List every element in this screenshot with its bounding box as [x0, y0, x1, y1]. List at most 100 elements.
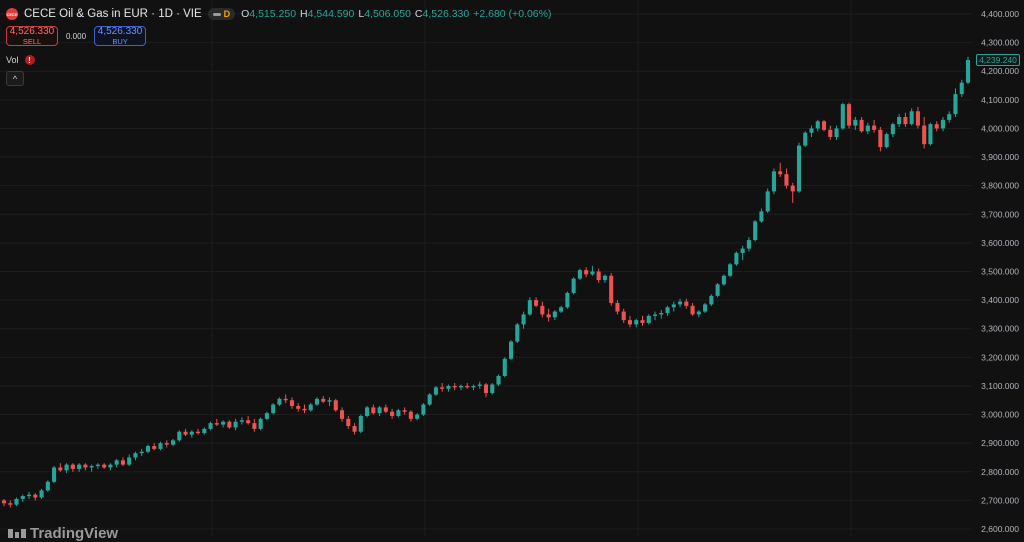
ohlc-close: 4,526.330: [422, 8, 470, 20]
candle-body: [246, 420, 251, 424]
candle: [552, 310, 557, 321]
candle-body: [27, 494, 32, 497]
candle-body: [621, 311, 626, 321]
sell-label: SELL: [22, 36, 42, 46]
candle: [114, 458, 119, 468]
candlestick-chart[interactable]: 4,400.000 4,300.000 4,200.000 4,100.000 4,00…: [0, 0, 1024, 536]
data-status-badge[interactable]: D: [207, 8, 236, 20]
candle: [646, 314, 651, 325]
candle: [740, 245, 745, 261]
candle-body: [196, 431, 201, 434]
candle: [559, 305, 564, 313]
candle-body: [264, 413, 269, 419]
candle-body: [746, 240, 751, 249]
candle-body: [383, 407, 388, 412]
candle: [596, 268, 601, 283]
candle-body: [652, 314, 658, 316]
volume-indicator[interactable]: Vol !: [6, 55, 35, 65]
price-chart[interactable]: 4,400.000 4,300.000 4,200.000 4,100.000 4,00…: [0, 0, 1024, 536]
y-tick-label: 2,900.000: [981, 438, 1019, 448]
candle: [365, 405, 370, 418]
candle-body: [365, 407, 370, 416]
candle: [264, 411, 269, 421]
candle: [39, 488, 44, 499]
candle-body: [721, 275, 726, 285]
candle: [884, 132, 889, 149]
candle: [95, 463, 100, 469]
candle-body: [928, 124, 933, 145]
candle: [828, 125, 833, 140]
candle: [246, 415, 251, 425]
buy-button[interactable]: 4,526.330 BUY: [94, 26, 147, 46]
candle: [872, 119, 877, 133]
candle-body: [903, 117, 908, 125]
candle-body: [884, 134, 889, 148]
candle-body: [703, 304, 708, 312]
spread-value: 0.000: [66, 31, 87, 41]
candle-body: [52, 467, 57, 482]
candle: [233, 418, 238, 431]
y-tick-label: 2,800.000: [981, 467, 1019, 477]
candle: [77, 463, 82, 472]
candle-body: [396, 410, 401, 416]
candle-body: [390, 411, 395, 416]
candle: [540, 301, 545, 318]
candle: [83, 463, 88, 471]
candle-body: [158, 443, 163, 449]
candle-body: [95, 464, 100, 467]
sell-button[interactable]: 4,526.330 SELL: [6, 26, 58, 46]
candle-body: [271, 404, 276, 414]
trade-panel: 4,526.330 SELL 0.000 4,526.330 BUY: [6, 26, 147, 46]
candle-body: [208, 423, 213, 429]
candle: [853, 117, 858, 130]
price-axis: 4,400.000 4,300.000 4,200.000 4,100.000 4,00…: [981, 9, 1019, 534]
candle-body: [408, 411, 413, 419]
candle-body: [177, 431, 182, 441]
candle-body: [327, 400, 332, 402]
candle: [352, 423, 357, 435]
candle-body: [502, 358, 507, 376]
candle-body: [152, 446, 157, 449]
candle-body: [421, 404, 426, 415]
ohlc-open: 4,515.250: [249, 8, 297, 20]
candle-body: [133, 453, 138, 458]
candle: [145, 444, 151, 454]
candle-body: [803, 132, 808, 146]
symbol-logo-icon[interactable]: CECE: [6, 8, 18, 20]
ohlc-close-label: C: [414, 8, 423, 20]
candle: [239, 417, 244, 425]
chart-title[interactable]: CECE Oil & Gas in EUR · 1D · VIE: [24, 8, 202, 20]
y-tick-label: 4,000.000: [981, 123, 1019, 133]
candle: [571, 277, 576, 295]
candle: [308, 403, 313, 412]
candle: [965, 56, 971, 85]
candle-body: [521, 314, 526, 325]
candle-body: [221, 421, 226, 425]
candle: [847, 102, 852, 129]
candle-body: [8, 503, 13, 505]
candle-body: [302, 408, 307, 411]
candle: [396, 408, 401, 418]
candle-body: [483, 384, 489, 394]
candle-body: [953, 94, 958, 115]
warning-icon[interactable]: !: [24, 55, 35, 65]
candle: [89, 464, 94, 472]
candle: [753, 220, 758, 242]
candle-body: [45, 481, 50, 491]
candle-body: [571, 278, 576, 293]
candle-body: [734, 252, 739, 265]
candle-body: [20, 496, 25, 499]
candle-body: [915, 111, 920, 126]
chevron-up-icon[interactable]: ^: [6, 71, 24, 86]
candle-body: [490, 384, 495, 394]
candle: [271, 403, 276, 415]
candle: [509, 340, 514, 361]
candle: [577, 268, 582, 281]
candle-body: [308, 404, 313, 411]
y-tick-label: 3,100.000: [981, 381, 1019, 391]
candle-body: [164, 443, 169, 445]
candle: [928, 122, 933, 146]
candle: [953, 88, 958, 117]
candle-body: [690, 305, 695, 315]
candle-body: [684, 301, 689, 306]
